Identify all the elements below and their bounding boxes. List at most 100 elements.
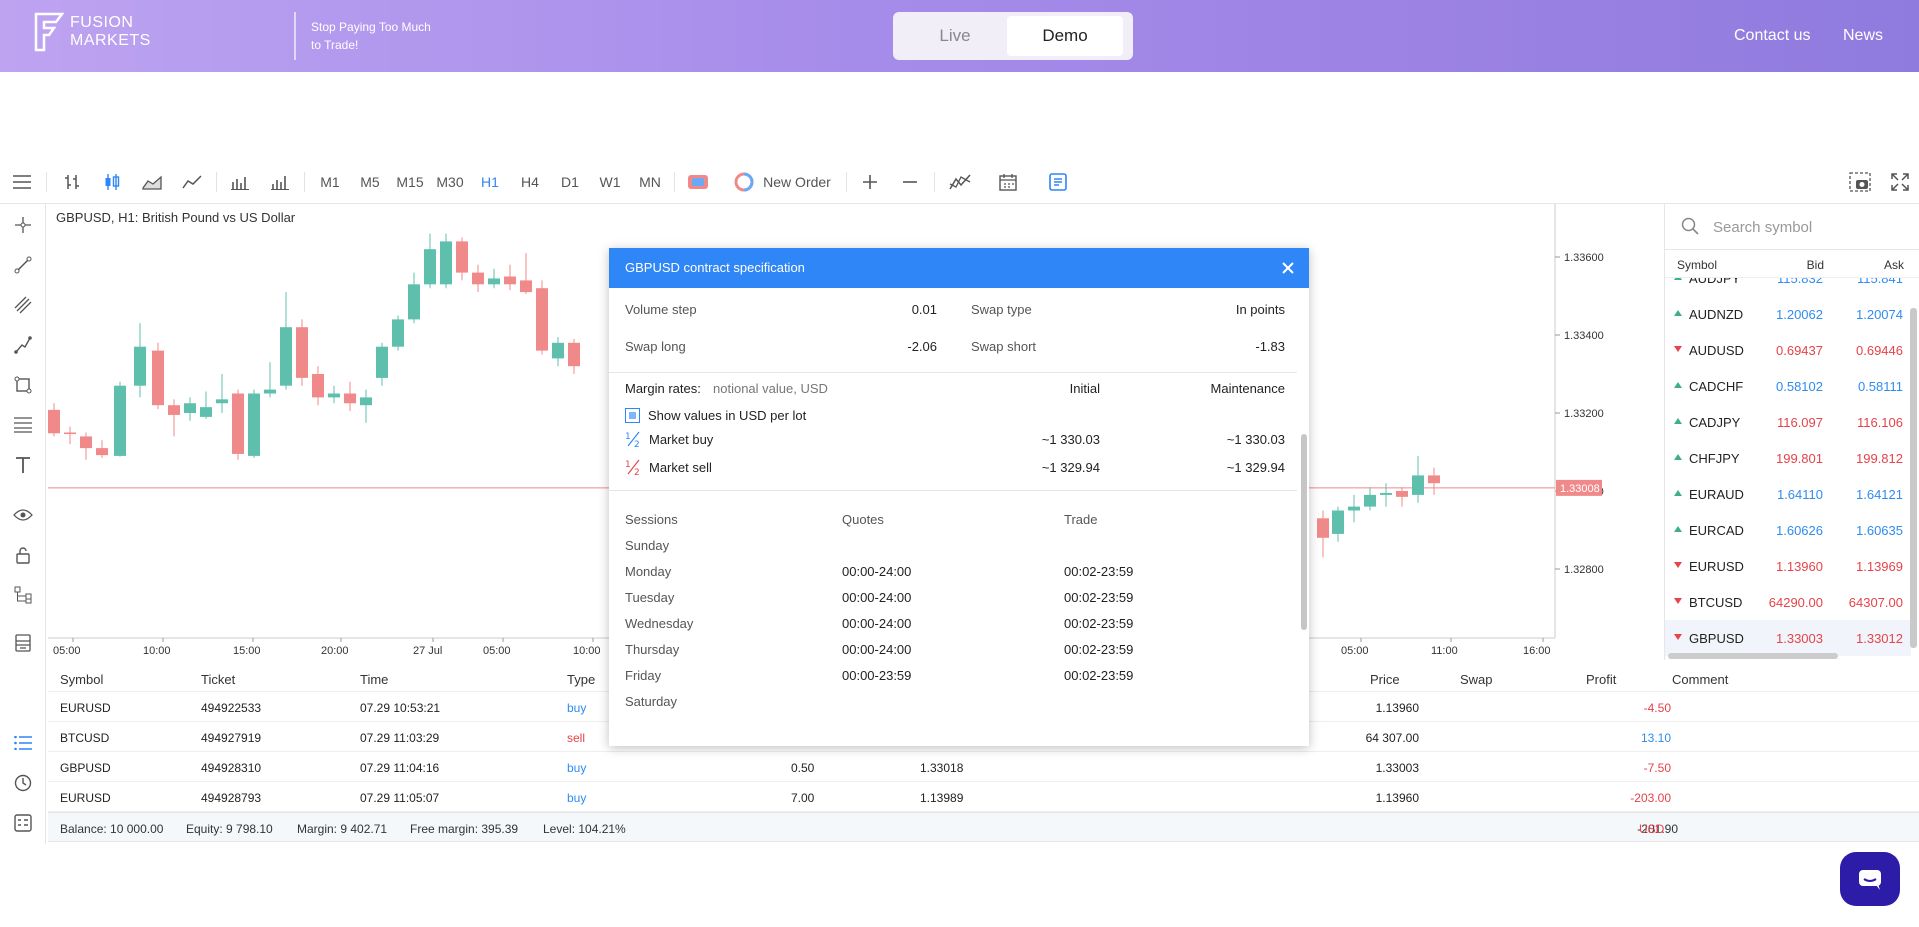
candle-body[interactable] bbox=[280, 327, 292, 386]
candle-body[interactable] bbox=[1396, 491, 1408, 497]
line-chart-icon[interactable] bbox=[178, 160, 206, 204]
show-usd-checkbox[interactable] bbox=[625, 408, 640, 423]
fullscreen-icon[interactable] bbox=[1886, 160, 1914, 204]
timeframe-w1[interactable]: W1 bbox=[594, 160, 626, 204]
candle-body[interactable] bbox=[536, 288, 548, 351]
candle-body[interactable] bbox=[114, 385, 126, 456]
col-symbol-header[interactable]: Symbol bbox=[1677, 258, 1717, 272]
symbol-row[interactable]: BTCUSD 64290.00 64307.00 bbox=[1665, 584, 1911, 620]
one-click-trading-icon[interactable] bbox=[684, 160, 712, 204]
candle-body[interactable] bbox=[552, 342, 564, 359]
zoom-in-icon[interactable] bbox=[856, 160, 884, 204]
timeframe-h4[interactable]: H4 bbox=[514, 160, 546, 204]
demo-mode-button[interactable]: Demo bbox=[1007, 16, 1123, 56]
timeframe-m5[interactable]: M5 bbox=[354, 160, 386, 204]
area-chart-icon[interactable] bbox=[138, 160, 166, 204]
calendar-icon[interactable] bbox=[994, 160, 1022, 204]
candle-body[interactable] bbox=[360, 397, 372, 406]
candle-body[interactable] bbox=[1380, 492, 1392, 495]
timeframe-m15[interactable]: M15 bbox=[394, 160, 426, 204]
col-time[interactable]: Time bbox=[360, 672, 388, 687]
timeframe-m30[interactable]: M30 bbox=[434, 160, 466, 204]
col-type[interactable]: Type bbox=[567, 672, 595, 687]
orders-list-icon[interactable] bbox=[10, 730, 36, 756]
candlestick-icon[interactable] bbox=[98, 160, 126, 204]
new-order-button[interactable]: New Order bbox=[760, 160, 834, 204]
timeframe-m1[interactable]: M1 bbox=[314, 160, 346, 204]
candle-body[interactable] bbox=[264, 389, 276, 394]
candle-body[interactable] bbox=[456, 241, 468, 273]
show-usd-label[interactable]: Show values in USD per lot bbox=[648, 408, 806, 423]
candle-body[interactable] bbox=[472, 272, 484, 285]
chat-button[interactable] bbox=[1840, 852, 1900, 906]
candle-body[interactable] bbox=[504, 276, 516, 285]
candle-body[interactable] bbox=[312, 374, 324, 398]
history-icon[interactable] bbox=[10, 770, 36, 796]
timeframe-mn[interactable]: MN bbox=[634, 160, 666, 204]
indicators-icon[interactable] bbox=[946, 160, 974, 204]
text-icon[interactable] bbox=[10, 452, 36, 478]
candle-body[interactable] bbox=[408, 284, 420, 320]
eye-icon[interactable] bbox=[10, 502, 36, 528]
symbol-row[interactable]: CADJPY 116.097 116.106 bbox=[1665, 404, 1911, 440]
zoom-out-icon[interactable] bbox=[896, 160, 924, 204]
menu-icon[interactable] bbox=[8, 160, 36, 204]
journal-icon[interactable] bbox=[10, 810, 36, 836]
position-row[interactable]: EURUSD 494928793 07.29 11:05:07 buy 7.00 1.13… bbox=[48, 782, 1919, 812]
col-price[interactable]: Price bbox=[1370, 672, 1400, 687]
candle-body[interactable] bbox=[344, 393, 356, 404]
candle-body[interactable] bbox=[520, 280, 532, 293]
col-ticket[interactable]: Ticket bbox=[201, 672, 235, 687]
channel-icon[interactable] bbox=[10, 292, 36, 318]
shapes-icon[interactable] bbox=[10, 372, 36, 398]
symbol-row[interactable]: AUDNZD 1.20062 1.20074 bbox=[1665, 296, 1911, 332]
bar-chart-icon[interactable] bbox=[58, 160, 86, 204]
candle-body[interactable] bbox=[424, 249, 436, 285]
tick-volume-icon[interactable] bbox=[266, 160, 294, 204]
candle-body[interactable] bbox=[1332, 510, 1344, 534]
candle-body[interactable] bbox=[48, 409, 60, 434]
position-row[interactable]: GBPUSD 494928310 07.29 11:04:16 buy 0.50 1.33… bbox=[48, 752, 1919, 782]
timeframe-d1[interactable]: D1 bbox=[554, 160, 586, 204]
volume-icon[interactable] bbox=[226, 160, 254, 204]
polyline-icon[interactable] bbox=[10, 332, 36, 358]
object-tree-icon[interactable] bbox=[10, 582, 36, 608]
contact-us-link[interactable]: Contact us bbox=[1734, 27, 1810, 45]
symbol-row[interactable]: EURCAD 1.60626 1.60635 bbox=[1665, 512, 1911, 548]
candle-body[interactable] bbox=[488, 278, 500, 285]
candle-body[interactable] bbox=[80, 436, 92, 449]
candle-body[interactable] bbox=[134, 346, 146, 386]
candle-body[interactable] bbox=[392, 319, 404, 347]
candle-body[interactable] bbox=[248, 393, 260, 456]
col-symbol[interactable]: Symbol bbox=[60, 672, 103, 687]
candle-body[interactable] bbox=[184, 403, 196, 413]
candle-body[interactable] bbox=[232, 393, 244, 454]
fibonacci-icon[interactable] bbox=[10, 412, 36, 438]
symbol-row[interactable]: AUDUSD 0.69437 0.69446 bbox=[1665, 332, 1911, 368]
dialog-scrollbar[interactable] bbox=[1301, 434, 1307, 630]
templates-icon[interactable] bbox=[10, 630, 36, 656]
candle-body[interactable] bbox=[1364, 494, 1376, 507]
col-ask-header[interactable]: Ask bbox=[1884, 258, 1904, 272]
search-input[interactable] bbox=[1713, 214, 1903, 240]
candle-body[interactable] bbox=[296, 327, 308, 378]
candle-body[interactable] bbox=[1348, 506, 1360, 511]
candle-body[interactable] bbox=[1317, 518, 1329, 538]
symbol-row[interactable]: EURAUD 1.64110 1.64121 bbox=[1665, 476, 1911, 512]
col-comment[interactable]: Comment bbox=[1672, 672, 1728, 687]
candle-body[interactable] bbox=[152, 350, 164, 406]
candle-body[interactable] bbox=[216, 399, 228, 404]
trend-line-icon[interactable] bbox=[10, 252, 36, 278]
symbol-list-hscrollbar[interactable] bbox=[1668, 653, 1838, 659]
new-order-icon[interactable] bbox=[730, 160, 758, 204]
candle-body[interactable] bbox=[440, 241, 452, 285]
timeframe-h1[interactable]: H1 bbox=[474, 160, 506, 204]
symbol-row[interactable]: GBPUSD 1.33003 1.33012 bbox=[1665, 620, 1911, 656]
candle-body[interactable] bbox=[96, 448, 108, 456]
candle-body[interactable] bbox=[64, 432, 76, 435]
candle-body[interactable] bbox=[376, 346, 388, 378]
col-swap[interactable]: Swap bbox=[1460, 672, 1493, 687]
chart-properties-icon[interactable] bbox=[1044, 160, 1072, 204]
col-bid-header[interactable]: Bid bbox=[1807, 258, 1824, 272]
symbol-row[interactable]: CHFJPY 199.801 199.812 bbox=[1665, 440, 1911, 476]
